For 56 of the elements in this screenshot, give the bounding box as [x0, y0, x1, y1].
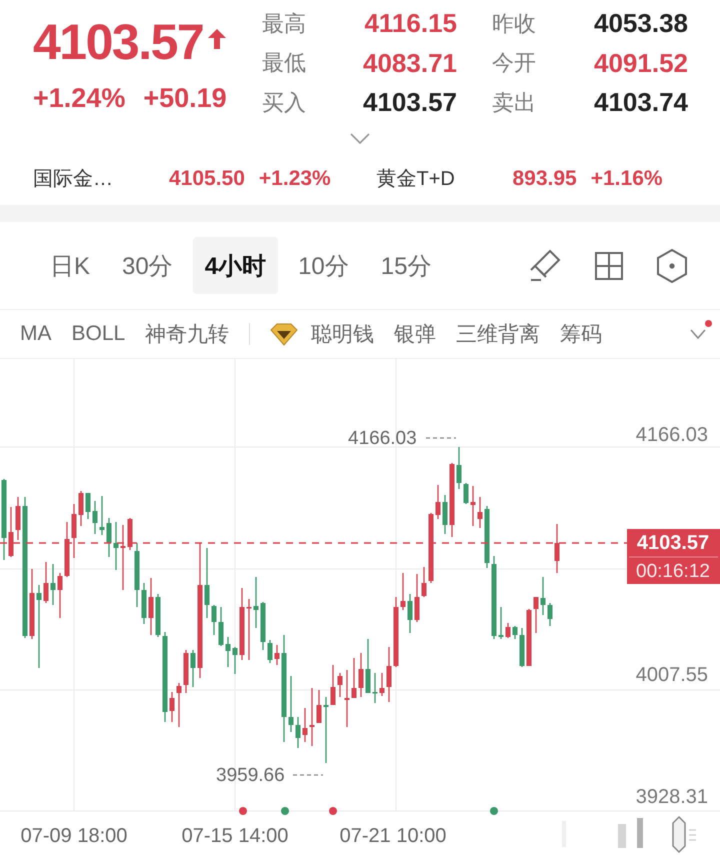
- grid-icon[interactable]: [595, 252, 623, 280]
- period-tab[interactable]: 15分: [368, 237, 444, 294]
- marker-dot-icon[interactable]: [239, 807, 247, 815]
- indicator-button[interactable]: MA: [20, 322, 52, 346]
- leader-line: [293, 774, 323, 776]
- stat-value: 4091.52: [594, 48, 688, 79]
- low-price-label: 3959.66: [216, 765, 285, 786]
- marker-dot-icon[interactable]: [281, 807, 289, 815]
- indicator-button[interactable]: 筹码: [560, 320, 602, 348]
- stat-label: 今开: [492, 49, 536, 78]
- instrument-name[interactable]: 黄金T+D: [376, 165, 512, 192]
- stat-value: 4103.57: [363, 87, 457, 118]
- period-tab[interactable]: 30分: [110, 237, 185, 294]
- marker-dot-icon[interactable]: [490, 807, 498, 815]
- time-axis-label: 07-15 14:00: [182, 825, 288, 847]
- instrument-change: +1.16%: [590, 166, 663, 190]
- period-tab[interactable]: 日K: [38, 237, 102, 294]
- instrument-price: 4105.50: [169, 166, 245, 190]
- stat-label: 昨收: [492, 10, 536, 38]
- change-percent: +1.24%: [33, 82, 126, 114]
- period-tab[interactable]: 4小时: [192, 237, 278, 294]
- stat-value: 4083.71: [363, 48, 457, 79]
- stat-value: 4053.38: [594, 8, 688, 40]
- period-tab[interactable]: 10分: [286, 237, 361, 294]
- time-axis-label: 07-09 18:00: [20, 825, 128, 847]
- pen-icon[interactable]: [529, 249, 561, 282]
- price-axis-label: 3928.31: [636, 786, 708, 808]
- time-axis-label: 07-21 10:00: [340, 825, 446, 847]
- diamond-icon: [270, 322, 298, 346]
- stat-label: 买入: [262, 88, 306, 117]
- countdown-label: 00:16:12: [636, 561, 710, 582]
- marker-dot-icon[interactable]: [329, 807, 337, 815]
- last-price: 4103.57: [33, 14, 204, 70]
- indicator-button[interactable]: 三维背离: [456, 320, 540, 348]
- indicator-button[interactable]: 聪明钱: [311, 320, 374, 348]
- stat-label: 最低: [262, 49, 306, 78]
- stat-value: 4116.15: [364, 8, 457, 40]
- price-axis-label: 4166.03: [636, 424, 708, 446]
- hexagon-icon[interactable]: [657, 248, 687, 282]
- chevron-down-icon[interactable]: [690, 329, 706, 339]
- instrument-change: +1.23%: [258, 166, 331, 190]
- instrument-name[interactable]: 国际金…: [33, 165, 169, 192]
- indicator-button[interactable]: 银弹: [394, 320, 436, 348]
- stat-label: 卖出: [492, 88, 536, 117]
- chevron-down-icon[interactable]: [350, 132, 370, 144]
- current-price-label: 4103.57: [636, 532, 710, 554]
- indicator-button[interactable]: BOLL: [72, 322, 126, 346]
- instrument-price: 893.95: [512, 166, 577, 190]
- change-amount: +50.19: [143, 82, 227, 114]
- price-axis-label: 4007.55: [636, 664, 708, 686]
- high-price-label: 4166.03: [348, 428, 417, 449]
- stat-label: 最高: [262, 10, 306, 38]
- up-arrow-icon: [208, 29, 226, 49]
- leader-line: [426, 437, 456, 439]
- stat-value: 4103.74: [594, 87, 688, 118]
- indicator-button[interactable]: 神奇九转: [145, 320, 230, 348]
